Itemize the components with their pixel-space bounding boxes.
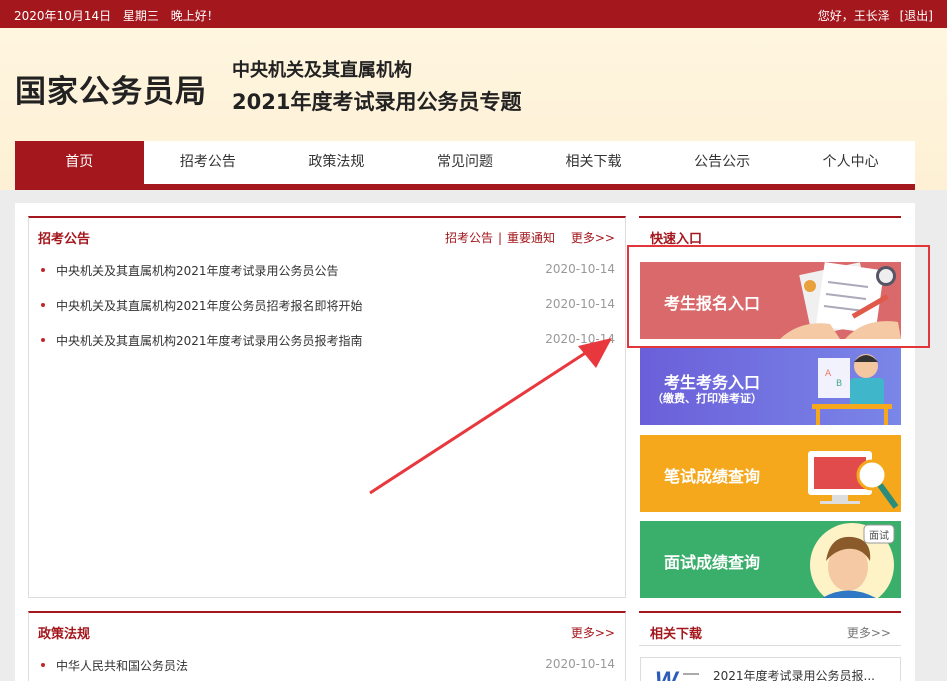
interview-score-card[interactable]: 面试 面试成绩查询 — [640, 521, 901, 598]
time-greeting: 晚上好！ — [170, 9, 219, 23]
news-title[interactable]: 中央机关及其直属机构2021年度公务员招考报名即将开始 — [56, 297, 363, 314]
policy-panel: 政策法规 更多>> 中华人民共和国公务员法 2020-10-14 — [28, 611, 626, 681]
download-title[interactable]: 2021年度考试录用公务员报... — [713, 667, 875, 681]
news-date: 2020-10-14 — [545, 297, 615, 311]
exam-affairs-entry-sub: （缴费、打印准考证） — [652, 392, 762, 405]
header-subtitle: 中央机关及其直属机构 — [232, 60, 412, 81]
word-document-icon: W — [653, 664, 699, 681]
list-item[interactable]: 中华人民共和国公务员法 2020-10-14 — [39, 657, 615, 681]
news-date: 2020-10-14 — [545, 657, 615, 671]
nav-faq[interactable]: 常见问题 — [401, 141, 530, 184]
svg-text:A: A — [825, 369, 832, 379]
announcements-panel: 招考公告 招考公告 | 重要通知 更多>> 中央机关及其直属机构2021年度考试录用… — [28, 216, 626, 598]
highlight-box — [627, 245, 930, 348]
exam-affairs-entry-card[interactable]: A B 考生考务入口 （缴费、打印准考证） — [640, 348, 901, 425]
header-title: 2021年度考试录用公务员专题 — [232, 90, 522, 114]
policy-list: 中华人民共和国公务员法 2020-10-14 — [39, 657, 615, 681]
list-item[interactable]: 中央机关及其直属机构2021年度公务员招考报名即将开始 2020-10-14 — [39, 297, 615, 332]
nav-policy[interactable]: 政策法规 — [272, 141, 401, 184]
logout-link[interactable]: [退出] — [900, 9, 933, 23]
policy-title: 政策法规 — [38, 627, 91, 642]
current-date: 2020年10月14日 — [14, 9, 112, 23]
download-item[interactable]: W 2021年度考试录用公务员报... — [640, 657, 901, 681]
user-greeting: 您好，王长泽 — [817, 9, 890, 23]
downloads-title: 相关下载 — [650, 627, 703, 642]
news-title[interactable]: 中华人民共和国公务员法 — [56, 657, 188, 674]
written-score-card[interactable]: 笔试成绩查询 — [640, 435, 901, 512]
svg-text:B: B — [836, 379, 842, 389]
announcements-title: 招考公告 — [38, 232, 91, 247]
written-score-label[interactable]: 笔试成绩查询 — [664, 463, 760, 487]
nav-home[interactable]: 首页 — [15, 141, 144, 184]
announcements-tab-link[interactable]: 招考公告 — [445, 231, 493, 245]
nav-downloads[interactable]: 相关下载 — [529, 141, 658, 184]
list-item[interactable]: 中央机关及其直属机构2021年度考试录用公务员公告 2020-10-14 — [39, 262, 615, 297]
site-logo[interactable]: 国家公务员局 — [15, 66, 207, 111]
nav-notices[interactable]: 公告公示 — [658, 141, 787, 184]
current-weekday: 星期三 — [122, 9, 159, 23]
list-item[interactable]: 中央机关及其直属机构2021年度考试录用公务员报考指南 2020-10-14 — [39, 332, 615, 367]
news-date: 2020-10-14 — [545, 262, 615, 276]
policy-more-link[interactable]: 更多>> — [571, 626, 615, 640]
downloads-panel: 相关下载 更多>> — [639, 611, 901, 646]
important-notices-link[interactable]: 重要通知 — [507, 231, 555, 245]
top-bar: 2020年10月14日 星期三 晚上好！ 您好，王长泽 [退出] — [0, 0, 947, 28]
announcements-list: 中央机关及其直属机构2021年度考试录用公务员公告 2020-10-14 中央机… — [39, 262, 615, 367]
news-title[interactable]: 中央机关及其直属机构2021年度考试录用公务员报考指南 — [56, 332, 363, 349]
interview-score-label[interactable]: 面试成绩查询 — [664, 549, 760, 573]
link-separator: | — [497, 231, 503, 245]
nav-personal-center[interactable]: 个人中心 — [786, 141, 915, 184]
svg-text:W: W — [655, 667, 680, 681]
news-title[interactable]: 中央机关及其直属机构2021年度考试录用公务员公告 — [56, 262, 339, 279]
news-date: 2020-10-14 — [545, 332, 615, 346]
announcements-more-link[interactable]: 更多>> — [571, 231, 615, 245]
interview-badge: 面试 — [869, 531, 889, 542]
nav-announcements[interactable]: 招考公告 — [144, 141, 273, 184]
main-nav: 首页 招考公告 政策法规 常见问题 相关下载 公告公示 个人中心 — [15, 141, 915, 190]
downloads-more-link[interactable]: 更多>> — [847, 626, 891, 640]
